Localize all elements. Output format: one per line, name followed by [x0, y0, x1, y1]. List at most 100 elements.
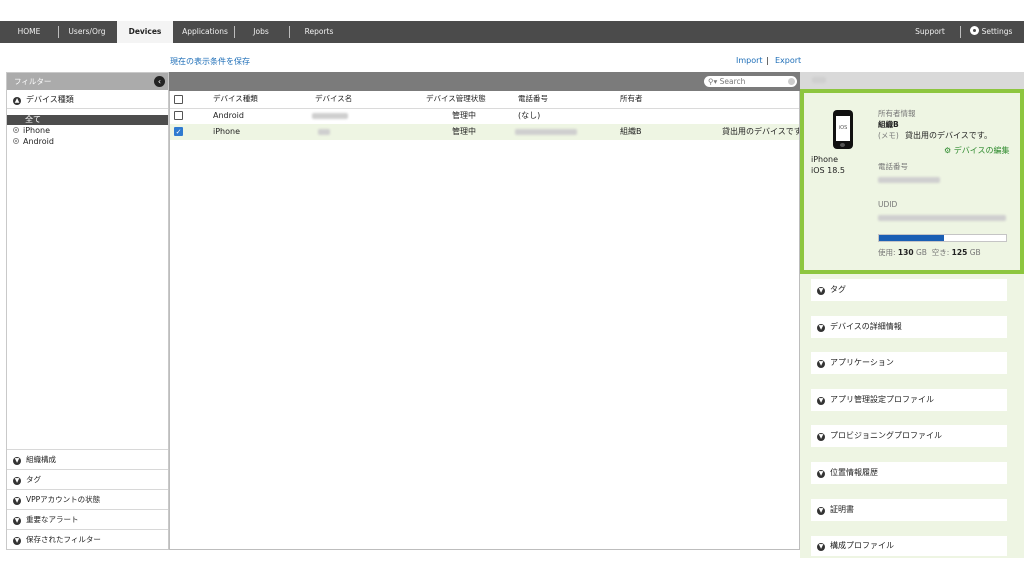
tab-home[interactable]: HOME — [8, 21, 50, 43]
chevron-down-icon: ▼ — [13, 517, 21, 525]
tab-users-org[interactable]: Users/Org — [62, 21, 112, 43]
accordion-label: アプリケーション — [830, 358, 894, 367]
filter-option-label: Android — [23, 137, 54, 146]
chevron-down-icon: ▼ — [13, 477, 21, 485]
status-cell: 管理中 — [452, 127, 476, 136]
accordion-certificates[interactable]: ▼ 証明書 — [811, 499, 1007, 521]
accordion-label: 位置情報履歴 — [830, 468, 878, 477]
filter-header: フィルター ‹ — [7, 73, 168, 90]
device-name-redacted — [312, 113, 348, 119]
status-cell: 管理中 — [452, 111, 476, 120]
filter-tag[interactable]: ▼ タグ — [7, 469, 168, 489]
accordion-app-config-profile[interactable]: ▼ アプリ管理設定プロファイル — [811, 389, 1007, 411]
filter-option-iphone[interactable]: iPhone — [7, 125, 168, 136]
phone-cell: (なし) — [518, 111, 541, 120]
accordion-applications[interactable]: ▼ アプリケーション — [811, 352, 1007, 374]
edit-device-link[interactable]: ⚙ デバイスの編集 — [944, 145, 1009, 156]
row-checkbox[interactable] — [174, 111, 183, 120]
filter-option-label: iPhone — [23, 126, 51, 135]
chevron-down-icon: ▼ — [13, 457, 21, 465]
table-row[interactable]: Android 管理中 (なし) — [170, 108, 799, 124]
free-value: 125 — [951, 248, 968, 257]
accordion-tag[interactable]: ▼ タグ — [811, 279, 1007, 301]
clear-icon[interactable] — [788, 78, 795, 85]
accordion-config-profile[interactable]: ▼ 構成プロファイル — [811, 536, 1007, 556]
device-type-cell: Android — [213, 111, 244, 120]
accordion-label: デバイスの詳細情報 — [830, 322, 902, 331]
owner-cell: 組織B — [620, 127, 642, 136]
filter-title: フィルター — [14, 77, 52, 86]
chevron-up-icon: ▲ — [13, 97, 21, 105]
detail-header — [800, 72, 1024, 89]
udid-label: UDID — [878, 200, 898, 209]
radio-icon — [13, 127, 19, 133]
link-separator: | — [766, 56, 769, 65]
tab-jobs[interactable]: Jobs — [244, 21, 278, 43]
chevron-down-icon: ▼ — [13, 497, 21, 505]
filter-saved-filters[interactable]: ▼ 保存されたフィルター — [7, 529, 168, 549]
filter-section-label: 組織構成 — [26, 455, 56, 464]
collapse-icon[interactable]: ‹ — [154, 76, 165, 87]
owner-value: 組織B — [878, 120, 899, 129]
filter-section-label: 重要なアラート — [26, 515, 79, 524]
device-os: iOS 18.5 — [811, 166, 845, 175]
filter-device-type[interactable]: ▲ デバイス種類 — [7, 90, 168, 109]
used-unit: GB — [915, 248, 927, 257]
storage-used-fill — [879, 235, 944, 241]
device-model: iPhone — [811, 155, 839, 164]
filter-option-all[interactable]: 全て — [7, 115, 168, 125]
accordion-provisioning-profile[interactable]: ▼ プロビジョニングプロファイル — [811, 425, 1007, 447]
used-label: 使用: — [878, 248, 896, 257]
search-icon: ⚲▾ — [708, 77, 718, 86]
chevron-down-icon: ▼ — [817, 433, 825, 441]
search-input[interactable]: ⚲▾ Search — [704, 76, 797, 87]
filter-section-label: 保存されたフィルター — [26, 535, 101, 544]
tab-devices[interactable]: Devices — [117, 21, 173, 43]
import-link[interactable]: Import — [736, 56, 763, 65]
select-all-checkbox[interactable] — [174, 95, 183, 104]
table-row-selected[interactable]: ✓ iPhone 管理中 組織B 貸出用のデバイスです — [170, 124, 799, 140]
column-header[interactable]: 電話番号 — [518, 91, 548, 107]
device-detail-card: iOS iPhone iOS 18.5 所有者情報 組織B (メモ) 貸出用のデ… — [800, 89, 1024, 274]
accordion-label: アプリ管理設定プロファイル — [830, 395, 934, 404]
support-link[interactable]: Support — [908, 21, 952, 43]
tab-reports[interactable]: Reports — [298, 21, 340, 43]
filter-org-structure[interactable]: ▼ 組織構成 — [7, 449, 168, 469]
tab-applications[interactable]: Applications — [178, 21, 232, 43]
column-header[interactable]: 所有者 — [620, 91, 643, 107]
export-link[interactable]: Export — [775, 56, 801, 65]
phone-screen: iOS — [836, 116, 850, 141]
chevron-down-icon: ▼ — [817, 324, 825, 332]
memo-value: 貸出用のデバイスです。 — [905, 131, 992, 140]
free-label: 空き: — [931, 248, 950, 257]
filter-bottom-sections: ▼ 組織構成 ▼ タグ ▼ VPPアカウントの状態 ▼ 重要なアラート ▼ 保存されたフィ… — [7, 449, 168, 549]
row-checkbox-checked[interactable]: ✓ — [174, 127, 183, 136]
accordion-location-history[interactable]: ▼ 位置情報履歴 — [811, 462, 1007, 484]
memo-label: (メモ) — [878, 131, 899, 140]
filter-device-type-label: デバイス種類 — [26, 95, 74, 104]
top-nav: HOME Users/Org Devices Applications Jobs… — [0, 21, 1024, 43]
phone-icon: iOS — [833, 110, 853, 149]
phone-redacted — [878, 177, 940, 183]
accordion-label: 証明書 — [830, 505, 854, 514]
gear-icon — [969, 26, 979, 35]
accordion-device-details[interactable]: ▼ デバイスの詳細情報 — [811, 316, 1007, 338]
chevron-down-icon: ▼ — [817, 287, 825, 295]
nav-divider — [58, 26, 59, 38]
accordion-label: プロビジョニングプロファイル — [830, 431, 942, 440]
save-condition-link[interactable]: 現在の表示条件を保存 — [170, 56, 250, 67]
column-header[interactable]: デバイス名 — [315, 91, 352, 107]
gear-icon: ⚙ — [944, 146, 952, 155]
column-header[interactable]: デバイス種類 — [213, 91, 258, 107]
chevron-down-icon: ▼ — [817, 397, 825, 405]
search-placeholder: Search — [719, 77, 746, 86]
udid-redacted — [878, 215, 1006, 221]
filter-option-android[interactable]: Android — [7, 136, 168, 147]
filter-sidebar: フィルター ‹ ▲ デバイス種類 全て iPhone Android ▼ 組織構成 … — [6, 72, 169, 550]
phone-redacted — [515, 129, 577, 135]
settings-link[interactable]: Settings — [966, 21, 1016, 43]
filter-important-alerts[interactable]: ▼ 重要なアラート — [7, 509, 168, 529]
filter-vpp-status[interactable]: ▼ VPPアカウントの状態 — [7, 489, 168, 509]
detail-header-redacted — [812, 77, 826, 83]
column-header[interactable]: デバイス管理状態 — [426, 91, 486, 107]
